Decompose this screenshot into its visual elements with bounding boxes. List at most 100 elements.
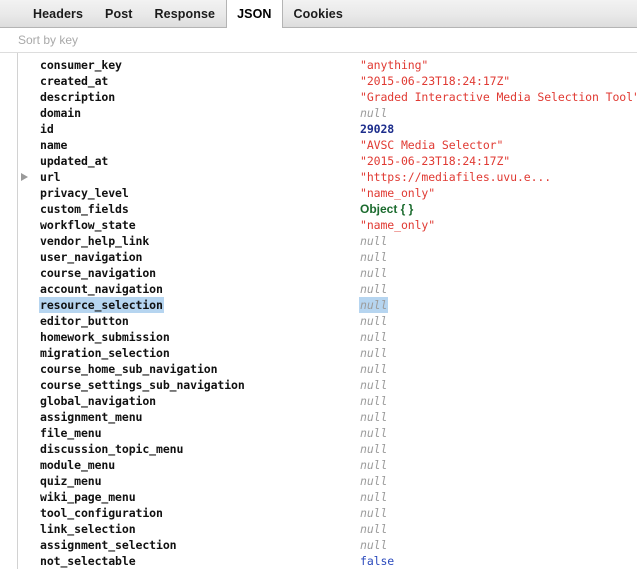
json-row[interactable]: vendor_help_link null xyxy=(0,233,637,249)
json-row[interactable]: quiz_menu null xyxy=(0,473,637,489)
json-value: "Graded Interactive Media Selection Tool… xyxy=(360,90,637,104)
json-row[interactable]: course_home_sub_navigation null xyxy=(0,361,637,377)
json-row[interactable]: course_navigation null xyxy=(0,265,637,281)
json-key: description xyxy=(40,90,116,104)
json-key: file_menu xyxy=(40,426,102,440)
json-row[interactable]: name "AVSC Media Selector" xyxy=(0,137,637,153)
json-row[interactable]: assignment_menu null xyxy=(0,409,637,425)
json-value: Object { } xyxy=(360,202,414,216)
json-row[interactable]: description "Graded Interactive Media Sel… xyxy=(0,89,637,105)
json-value: null xyxy=(360,362,388,376)
json-value: null xyxy=(360,378,388,392)
chevron-right-icon[interactable] xyxy=(21,173,28,181)
json-value: "name_only" xyxy=(360,186,436,200)
json-key: homework_submission xyxy=(40,330,170,344)
json-row[interactable]: editor_button null xyxy=(0,313,637,329)
json-value: null xyxy=(360,314,388,328)
json-value: null xyxy=(360,490,388,504)
json-row[interactable]: wiki_page_menu null xyxy=(0,489,637,505)
json-row[interactable]: domain null xyxy=(0,105,637,121)
json-key: link_selection xyxy=(40,522,136,536)
json-row[interactable]: url "https://mediafiles.uvu.e... xyxy=(0,169,637,185)
json-value: null xyxy=(360,250,388,264)
json-row[interactable]: not_selectable false xyxy=(0,553,637,569)
json-key: name xyxy=(40,138,68,152)
tab-label: Cookies xyxy=(293,6,343,21)
json-key: assignment_menu xyxy=(40,410,143,424)
json-key: not_selectable xyxy=(40,554,136,568)
tab-bar: Headers Post Response JSON Cookies xyxy=(0,0,637,28)
json-row[interactable]: consumer_key "anything" xyxy=(0,57,637,73)
json-row[interactable]: custom_fields Object { } xyxy=(0,201,637,217)
json-key: url xyxy=(40,170,61,184)
json-row[interactable]: updated_at "2015-06-23T18:24:17Z" xyxy=(0,153,637,169)
json-key: global_navigation xyxy=(40,394,157,408)
json-row[interactable]: link_selection null xyxy=(0,521,637,537)
json-key: tool_configuration xyxy=(40,506,163,520)
json-row[interactable]: user_navigation null xyxy=(0,249,637,265)
json-row[interactable]: resource_selection null xyxy=(0,297,637,313)
json-key: privacy_level xyxy=(40,186,129,200)
json-value: null xyxy=(360,410,388,424)
json-row[interactable]: module_menu null xyxy=(0,457,637,473)
json-key: course_settings_sub_navigation xyxy=(40,378,245,392)
tab-headers[interactable]: Headers xyxy=(22,0,94,27)
json-row-list: consumer_key "anything" created_at "2015-06… xyxy=(0,53,637,569)
json-value: null xyxy=(360,330,388,344)
tab-label: Response xyxy=(154,6,216,21)
json-row[interactable]: id 29028 xyxy=(0,121,637,137)
json-key: course_navigation xyxy=(40,266,157,280)
json-row[interactable]: global_navigation null xyxy=(0,393,637,409)
json-value: null xyxy=(360,458,388,472)
tab-label: Post xyxy=(105,6,133,21)
json-value: null xyxy=(360,266,388,280)
json-value: 29028 xyxy=(360,122,395,136)
json-value: null xyxy=(360,106,388,120)
json-key: course_home_sub_navigation xyxy=(40,362,218,376)
sort-filter-bar xyxy=(0,28,637,53)
json-key: id xyxy=(40,122,54,136)
json-key: editor_button xyxy=(40,314,129,328)
json-row[interactable]: course_settings_sub_navigation null xyxy=(0,377,637,393)
json-row[interactable]: discussion_topic_menu null xyxy=(0,441,637,457)
json-key: domain xyxy=(40,106,81,120)
sort-by-key-input[interactable] xyxy=(18,33,618,47)
json-key: created_at xyxy=(40,74,109,88)
tab-post[interactable]: Post xyxy=(94,0,144,27)
tab-response[interactable]: Response xyxy=(144,0,227,27)
tab-label: Headers xyxy=(33,6,84,21)
json-key: workflow_state xyxy=(40,218,136,232)
json-value: null xyxy=(360,474,388,488)
json-key: wiki_page_menu xyxy=(40,490,136,504)
json-value: null xyxy=(360,394,388,408)
json-row[interactable]: tool_configuration null xyxy=(0,505,637,521)
json-value: null xyxy=(360,522,388,536)
json-value: null xyxy=(360,234,388,248)
json-key: updated_at xyxy=(40,154,109,168)
json-key: discussion_topic_menu xyxy=(40,442,184,456)
json-value: null xyxy=(360,282,388,296)
json-row[interactable]: account_navigation null xyxy=(0,281,637,297)
json-key: module_menu xyxy=(40,458,116,472)
json-value: "2015-06-23T18:24:17Z" xyxy=(360,154,511,168)
tab-json[interactable]: JSON xyxy=(226,0,283,28)
tab-label: JSON xyxy=(237,6,272,21)
json-value: false xyxy=(360,554,395,568)
json-row[interactable]: homework_submission null xyxy=(0,329,637,345)
json-row[interactable]: created_at "2015-06-23T18:24:17Z" xyxy=(0,73,637,89)
json-row[interactable]: migration_selection null xyxy=(0,345,637,361)
tab-cookies[interactable]: Cookies xyxy=(283,0,354,27)
json-value: "anything" xyxy=(360,58,429,72)
json-row[interactable]: privacy_level "name_only" xyxy=(0,185,637,201)
json-row[interactable]: file_menu null xyxy=(0,425,637,441)
json-key: quiz_menu xyxy=(40,474,102,488)
json-value: "AVSC Media Selector" xyxy=(360,138,504,152)
json-row[interactable]: workflow_state "name_only" xyxy=(0,217,637,233)
json-value: null xyxy=(360,442,388,456)
json-value: null xyxy=(360,426,388,440)
json-row[interactable]: assignment_selection null xyxy=(0,537,637,553)
json-value: null xyxy=(360,538,388,552)
json-value: null xyxy=(360,346,388,360)
json-key: resource_selection xyxy=(39,297,164,313)
json-key: custom_fields xyxy=(40,202,129,216)
